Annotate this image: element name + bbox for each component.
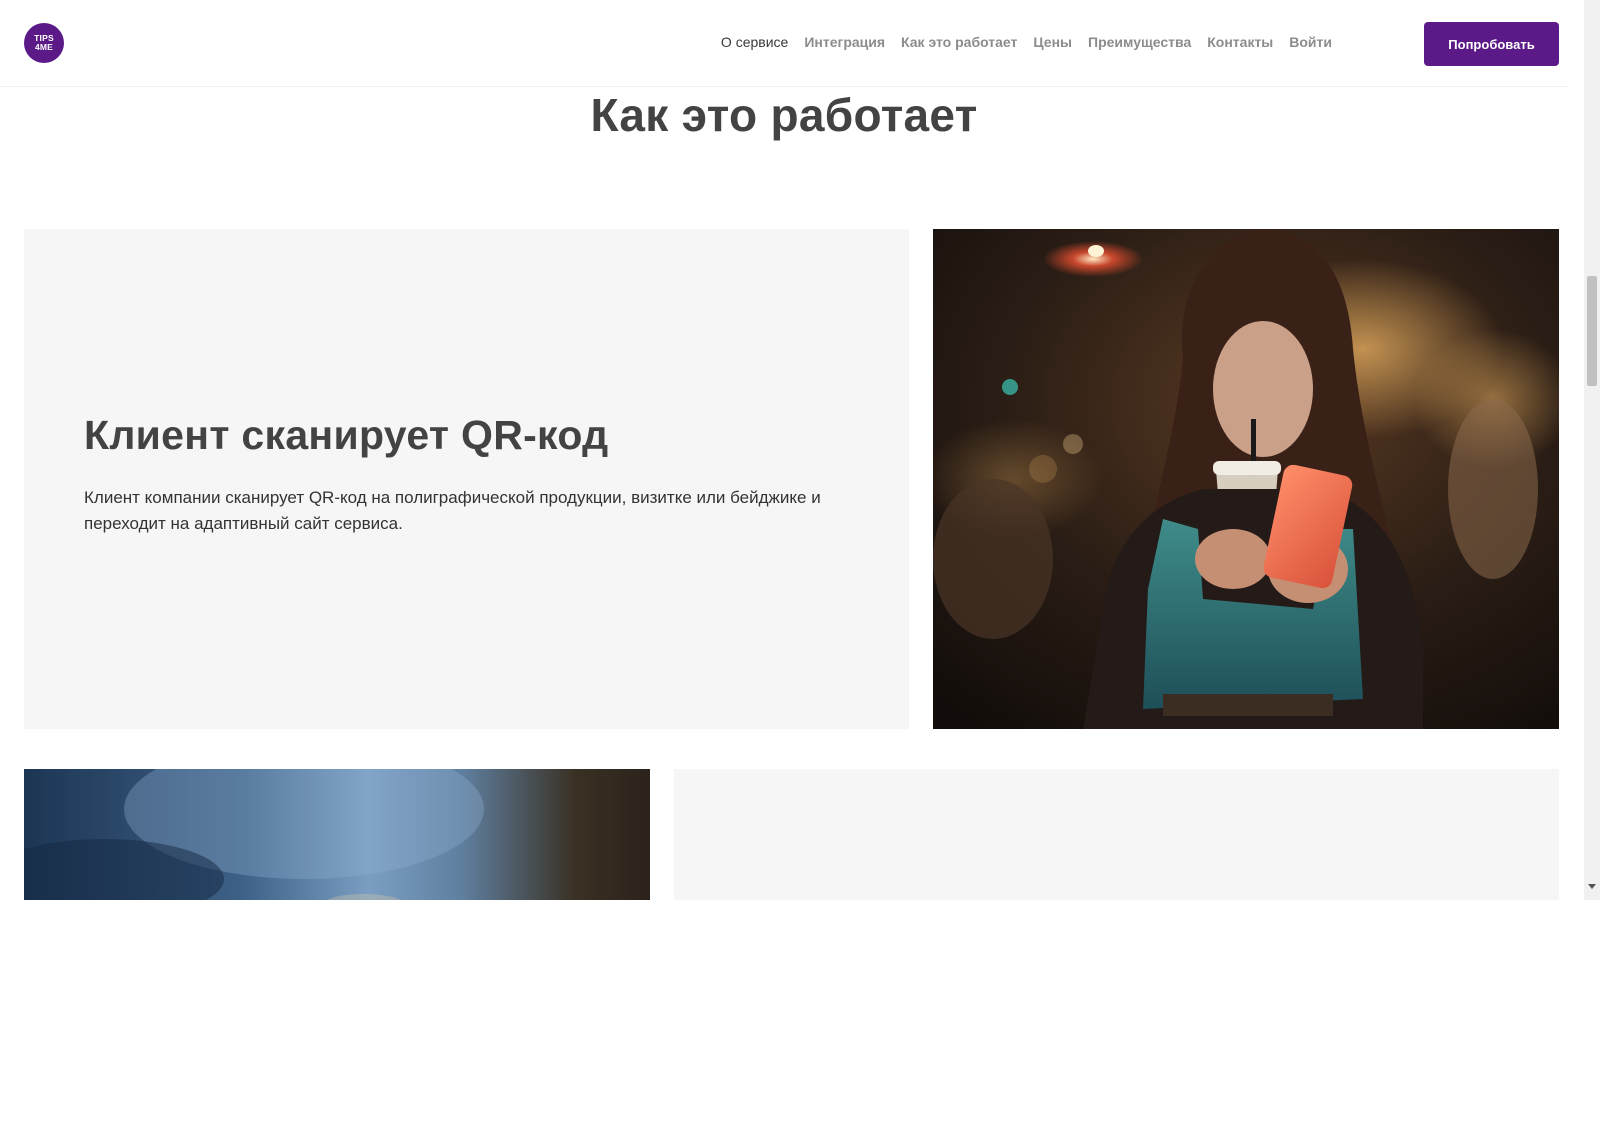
tips4me-logo[interactable]: TIPS 4ME: [24, 23, 64, 63]
step-2-photo: [24, 769, 650, 900]
site-header: TIPS 4ME О сервисе Интеграция Как это ра…: [0, 0, 1568, 87]
try-button[interactable]: Попробовать: [1424, 22, 1559, 66]
scroll-down-arrow-icon[interactable]: [1588, 884, 1596, 889]
nav-item-login[interactable]: Войти: [1281, 34, 1340, 50]
nav-item-about[interactable]: О сервисе: [713, 34, 796, 50]
nav-item-advantages[interactable]: Преимущества: [1080, 34, 1199, 50]
logo-line-2: 4ME: [34, 42, 54, 52]
scrollbar-thumb[interactable]: [1587, 276, 1597, 386]
page-viewport: TIPS 4ME О сервисе Интеграция Как это ра…: [0, 0, 1568, 900]
nav-item-integration[interactable]: Интеграция: [796, 34, 893, 50]
step-card-text: [24, 229, 909, 729]
step-2-card-text: [674, 769, 1559, 900]
page-scrollbar[interactable]: [1584, 0, 1600, 900]
main-nav: О сервисе Интеграция Как это работает Це…: [713, 34, 1340, 50]
step-heading: Клиент сканирует QR-код: [84, 412, 609, 458]
woman-with-phone-photo: [933, 229, 1559, 729]
section-title: Как это работает: [590, 89, 978, 141]
nav-item-how-it-works[interactable]: Как это работает: [893, 34, 1025, 50]
step-description: Клиент компании сканирует QR-код на поли…: [84, 488, 821, 533]
nav-item-prices[interactable]: Цены: [1025, 34, 1080, 50]
nav-item-contacts[interactable]: Контакты: [1199, 34, 1281, 50]
